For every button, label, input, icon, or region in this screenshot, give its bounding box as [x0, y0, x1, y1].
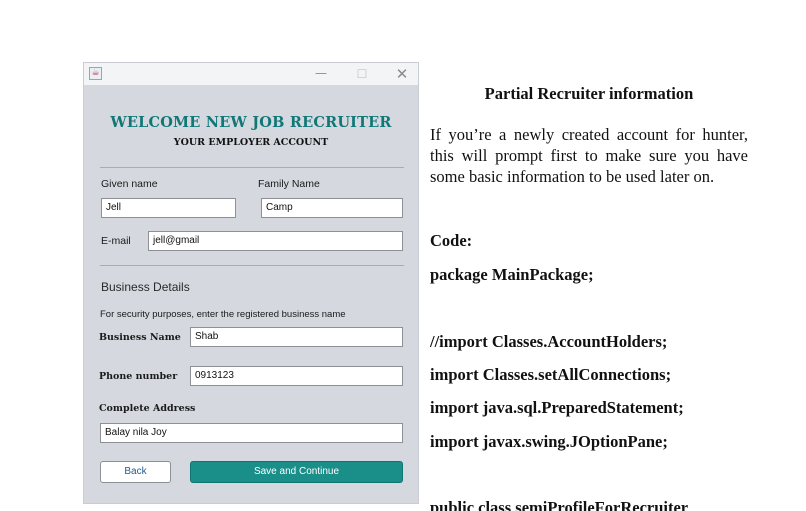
family-name-label: Family Name: [258, 178, 320, 190]
phone-number-field[interactable]: 0913123: [190, 366, 403, 386]
given-name-label: Given name: [101, 178, 158, 190]
form-subtitle: YOUR EMPLOYER ACCOUNT: [173, 137, 329, 148]
minimize-button[interactable]: —: [306, 63, 336, 85]
email-field[interactable]: jell@gmail: [148, 231, 403, 251]
close-button[interactable]: ✕: [387, 63, 417, 85]
code-line: public class semiProfileForRecruiter: [430, 498, 689, 511]
code-line: //import Classes.AccountHolders;: [430, 332, 668, 351]
java-cup-icon: ☕: [89, 67, 102, 80]
address-field[interactable]: Balay nila Joy: [100, 423, 403, 443]
divider: [100, 167, 404, 168]
form-title: WELCOME NEW JOB RECRUITER: [110, 114, 392, 131]
email-label: E-mail: [101, 235, 131, 247]
back-button[interactable]: Back: [100, 461, 171, 483]
address-label: Complete Address: [99, 403, 196, 414]
recruiter-form-window: ☕ — ☐ ✕ WELCOME NEW JOB RECRUITER YOUR E…: [83, 62, 419, 504]
business-note: For security purposes, enter the registe…: [100, 309, 346, 320]
window-titlebar: ☕ — ☐ ✕: [84, 63, 418, 85]
maximize-button[interactable]: ☐: [347, 63, 377, 85]
code-line: import Classes.setAllConnections;: [430, 365, 672, 384]
divider: [100, 265, 404, 266]
document-paragraph: If you’re a newly created account for hu…: [430, 125, 748, 186]
document-title: Partial Recruiter information: [484, 84, 694, 103]
save-and-continue-button[interactable]: Save and Continue: [190, 461, 403, 483]
code-line: import javax.swing.JOptionPane;: [430, 432, 668, 451]
code-heading: Code:: [430, 231, 473, 250]
family-name-field[interactable]: Camp: [261, 198, 403, 218]
code-line: package MainPackage;: [430, 265, 594, 284]
phone-number-label: Phone number: [99, 371, 178, 382]
code-line: import java.sql.PreparedStatement;: [430, 398, 684, 417]
business-name-field[interactable]: Shab: [190, 327, 403, 347]
business-section-heading: Business Details: [101, 280, 190, 294]
given-name-field[interactable]: Jell: [101, 198, 236, 218]
business-name-label: Business Name: [99, 332, 181, 343]
